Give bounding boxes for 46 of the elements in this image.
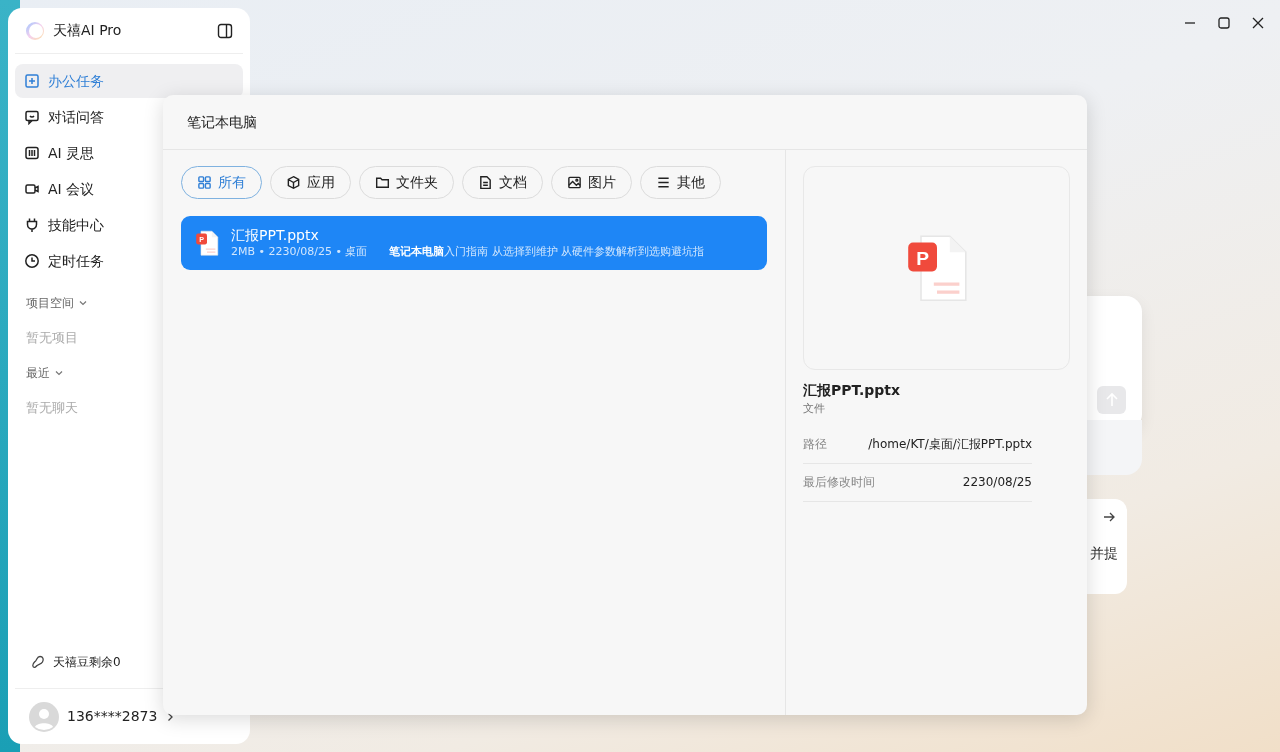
detail-label: 最后修改时间 [803,474,875,491]
filter-tab[interactable]: 图片 [551,166,632,199]
cube-icon [286,175,301,190]
sidebar-icon [217,22,233,39]
empty-text: 暂无聊天 [25,398,79,417]
user-phone: 136****2873 [67,707,158,726]
file-meta: 2MB • 2230/08/25 • 桌面 [231,243,368,260]
detail-value: /home/KT/桌面/汇报PPT.pptx [868,436,1032,453]
video-camera-icon [24,181,40,197]
filter-tab[interactable]: 应用 [270,166,351,199]
preview-file-name: 汇报PPT.pptx [803,381,902,400]
logo-icon [25,20,45,41]
bean-icon [31,655,45,669]
arrow-icon[interactable] [1103,511,1115,523]
nav-item[interactable]: 办公任务 [15,64,243,98]
section-header[interactable]: 最近 [15,363,243,382]
plug-icon [24,217,40,233]
filter-tab[interactable]: 所有 [181,166,262,199]
search-field[interactable]: 笔记本电脑 [187,111,266,133]
document-icon [478,175,493,190]
empty-text: 暂无项目 [25,329,79,347]
close-icon [1252,17,1264,29]
chat-icon [24,109,40,125]
filter-tab[interactable]: 文档 [462,166,543,199]
detail-value: 2230/08/25 [962,474,1032,491]
panel-toggle-button[interactable] [217,22,233,39]
file-name: 汇报PPT.pptx [231,225,320,244]
section-header[interactable]: 项目空间 [15,294,243,312]
filter-tab[interactable]: 其他 [640,166,721,199]
filter-tab[interactable]: 文件夹 [359,166,454,199]
image-icon [567,175,582,190]
avatar-icon [29,701,59,732]
maximize-icon [1218,17,1230,29]
sound-bars-icon [24,145,40,161]
menu-icon [656,175,671,190]
credits-text: 天禧豆剩余0 [53,654,121,671]
file-type: 文件 [803,401,826,417]
chevron-icon [78,298,88,308]
square-plus-icon [24,73,40,89]
snippet-text: 笔记本电脑入门指南 从选择到维护 从硬件参数解析到选购避坑指 [389,243,705,260]
app-title: 天禧AI Pro [53,21,123,40]
clock-icon [24,253,40,269]
folder-icon [375,175,390,190]
detail-label: 路径 [803,436,827,453]
card-text: 并提 [1090,544,1118,563]
grid-icon [197,175,212,190]
